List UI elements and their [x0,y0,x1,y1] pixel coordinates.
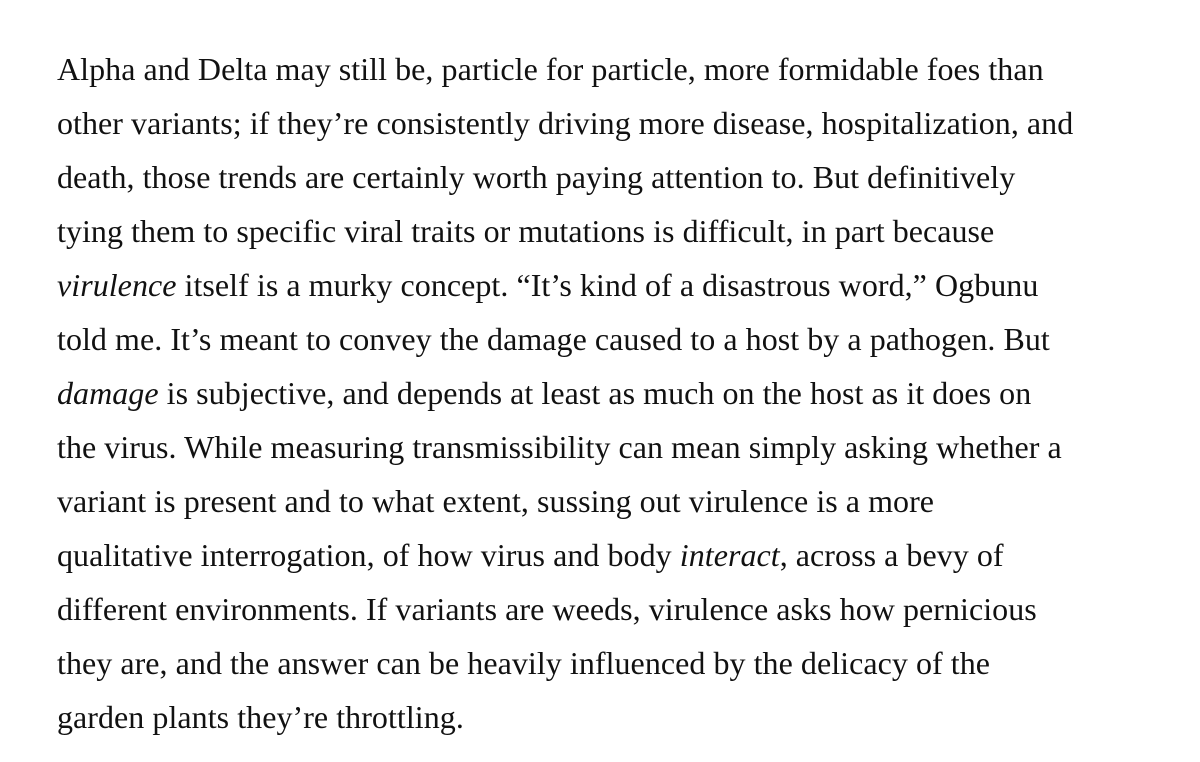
emphasized-text: damage [57,375,159,411]
paragraph-line: damage is subjective, and depends at lea… [57,366,1073,420]
paragraph-line: told me. It’s meant to convey the damage… [57,312,1073,366]
text-run: other variants; if they’re consistently … [57,105,1074,141]
paragraph-line: death, those trends are certainly worth … [57,150,1073,204]
text-run: is subjective, and depends at least as m… [158,375,1032,411]
paragraph-line: different environments. If variants are … [57,582,1073,636]
text-run: qualitative interrogation, of how virus … [57,537,680,573]
paragraph-line: they are, and the answer can be heavily … [57,636,1073,690]
text-run: garden plants they’re throttling. [57,699,464,735]
text-run: death, those trends are certainly worth … [57,159,1016,195]
paragraph-line: virulence itself is a murky concept. “It… [57,258,1073,312]
paragraph-line: Alpha and Delta may still be, particle f… [57,42,1073,96]
page: Alpha and Delta may still be, particle f… [0,0,1200,762]
paragraph-line: other variants; if they’re consistently … [57,96,1073,150]
text-run: different environments. If variants are … [57,591,1037,627]
paragraph-line: garden plants they’re throttling. [57,690,1073,744]
text-run: told me. It’s meant to convey the damage… [57,321,1050,357]
text-run: the virus. While measuring transmissibil… [57,429,1062,465]
paragraph-line: variant is present and to what extent, s… [57,474,1073,528]
text-run: tying them to specific viral traits or m… [57,213,995,249]
text-run: variant is present and to what extent, s… [57,483,935,519]
text-run: itself is a murky concept. “It’s kind of… [176,267,1039,303]
text-run: they are, and the answer can be heavily … [57,645,991,681]
emphasized-text: interact [679,537,780,573]
paragraph-line: qualitative interrogation, of how virus … [57,528,1073,582]
paragraph-line: tying them to specific viral traits or m… [57,204,1073,258]
text-run: Alpha and Delta may still be, particle f… [57,51,1044,87]
emphasized-text: virulence [57,267,177,303]
paragraph-line: the virus. While measuring transmissibil… [57,420,1073,474]
text-run: , across a bevy of [779,537,1004,573]
article-paragraph: Alpha and Delta may still be, particle f… [57,42,1073,744]
